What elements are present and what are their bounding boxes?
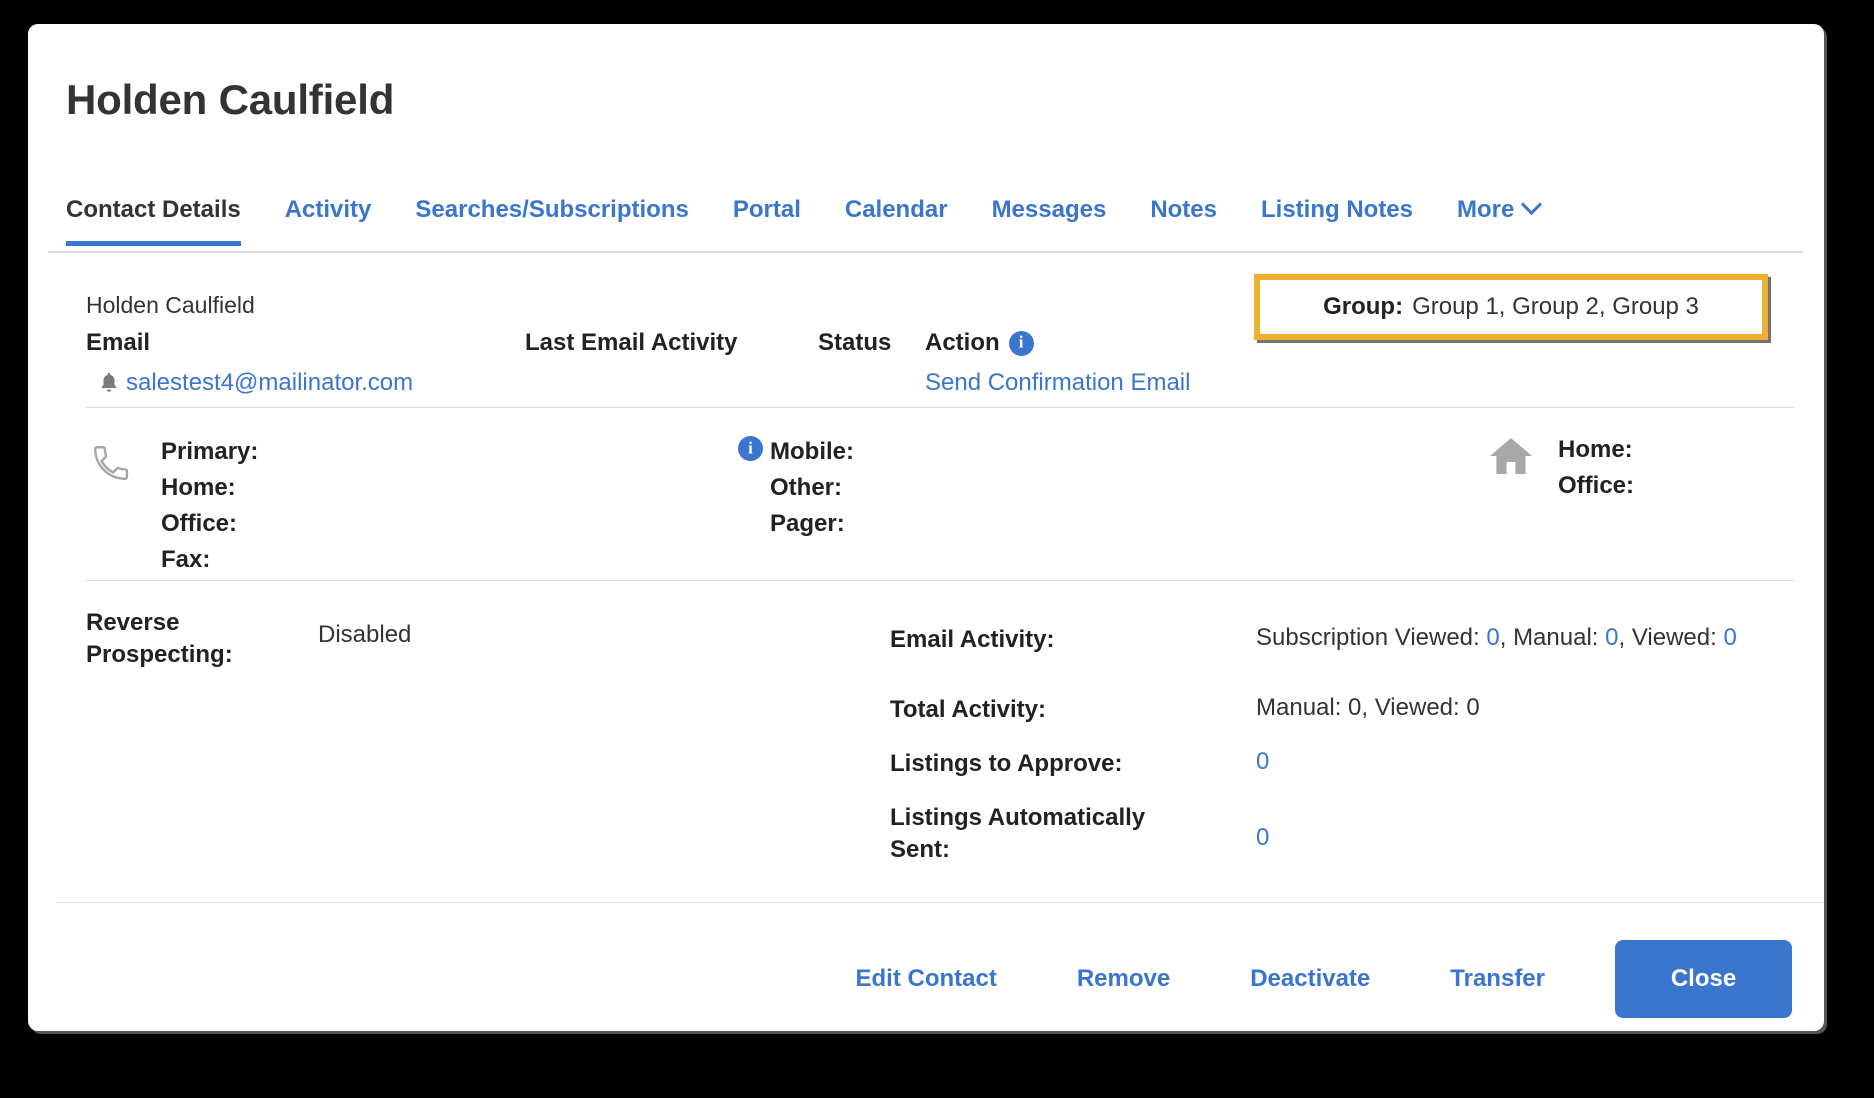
tab-bar-divider [48,251,1803,253]
page-title: Holden Caulfield [66,76,395,123]
divider-phones-details [86,580,1794,581]
deactivate-button[interactable]: Deactivate [1210,965,1410,993]
tab-label: Activity [284,196,372,223]
tab-portal[interactable]: Portal [711,196,823,246]
tab-label: Listing Notes [1261,196,1414,223]
tab-label: Calendar [844,196,948,223]
phone-column-mobile: Mobile: Other: Pager: [770,434,854,542]
listings-to-approve-value[interactable]: 0 [1256,748,1269,776]
email-cell: salestest4@mailinator.com [98,369,413,397]
reverse-prospecting-label: Reverse Prospecting: [86,609,233,668]
phone-label-office: Office: [161,510,238,537]
address-label-home: Home: [1558,436,1633,463]
column-header-last-email-activity: Last Email Activity [525,329,738,356]
tab-activity[interactable]: Activity [263,196,394,246]
address-label-office: Office: [1558,472,1635,499]
tab-label: Notes [1150,196,1217,223]
email-link[interactable]: salestest4@mailinator.com [126,369,413,397]
tab-searches-subscriptions[interactable]: Searches/Subscriptions [393,196,710,246]
email-activity-value: Subscription Viewed: 0, Manual: 0, Viewe… [1256,624,1737,652]
group-label: Group: [1323,293,1404,320]
subscription-viewed-label: Subscription Viewed: [1256,624,1480,651]
contact-details-modal: Holden Caulfield Contact Details Activit… [28,24,1824,1031]
phone-column-primary: Primary: Home: Office: Fax: [161,434,258,578]
column-header-email: Email [86,329,151,356]
column-header-action-group: Action [925,329,1034,357]
tab-label: Contact Details [66,196,241,223]
chevron-down-icon [1521,193,1543,216]
remove-button[interactable]: Remove [1037,965,1210,993]
phone-label-home: Home: [161,474,236,501]
phone-label-other: Other: [770,474,842,501]
phone-label-pager: Pager: [770,510,845,537]
send-confirmation-email-link[interactable]: Send Confirmation Email [925,369,1190,397]
phone-label-primary: Primary: [161,438,259,465]
tab-more[interactable]: More [1435,193,1561,246]
viewed-label: Viewed: [1631,624,1717,651]
column-header-action: Action [925,329,1000,356]
contact-name-text: Holden Caulfield [86,292,255,318]
phone-label-mobile: Mobile: [770,438,854,465]
reverse-prospecting-value: Disabled [318,621,412,648]
house-icon [1490,438,1532,474]
footer-divider [56,902,1824,903]
manual-label: Manual: [1513,624,1599,651]
tab-bar: Contact Details Activity Searches/Subscr… [66,193,1786,246]
separator-comma: , [1618,624,1626,651]
subscription-viewed-count[interactable]: 0 [1486,624,1499,651]
divider-email-phones [86,407,1794,408]
tab-label: Messages [991,196,1107,223]
bell-icon [101,372,117,392]
separator-comma: , [1499,624,1507,651]
phone-icon-wrapper [90,442,132,489]
edit-contact-button[interactable]: Edit Contact [816,965,1037,993]
tab-messages[interactable]: Messages [970,196,1129,246]
tab-listing-notes[interactable]: Listing Notes [1239,196,1435,246]
tab-contact-details[interactable]: Contact Details [66,196,263,246]
tab-label: More [1457,196,1515,223]
info-icon[interactable] [738,436,763,461]
listings-automatically-sent-value[interactable]: 0 [1256,824,1269,852]
viewed-count[interactable]: 0 [1723,624,1736,651]
group-value: Group 1, Group 2, Group 3 [1412,293,1699,320]
manual-count[interactable]: 0 [1605,624,1618,651]
phone-label-fax: Fax: [161,546,211,573]
listings-automatically-sent-label: Listings Automatically Sent: [890,804,1146,863]
tab-label: Searches/Subscriptions [415,196,689,223]
group-highlight-box: Group: Group 1, Group 2, Group 3 [1254,274,1768,340]
phone-icon [94,446,129,480]
modal-footer: Edit Contact Remove Deactivate Transfer … [28,924,1824,1034]
column-header-status: Status [818,329,892,356]
total-activity-value: Manual: 0, Viewed: 0 [1256,694,1480,721]
email-activity-label: Email Activity: [890,626,1055,653]
listings-to-approve-label: Listings to Approve: [890,750,1123,777]
house-icon-wrapper [1487,434,1535,483]
phone-column-address: Home: Office: [1558,432,1634,504]
tab-label: Portal [732,196,801,223]
tab-notes[interactable]: Notes [1128,196,1239,246]
tab-calendar[interactable]: Calendar [823,196,970,246]
close-button[interactable]: Close [1615,940,1792,1018]
transfer-button[interactable]: Transfer [1410,965,1585,993]
total-activity-label: Total Activity: [890,696,1047,723]
mobile-info-icon-wrapper [738,436,763,466]
info-icon[interactable] [1008,330,1034,356]
